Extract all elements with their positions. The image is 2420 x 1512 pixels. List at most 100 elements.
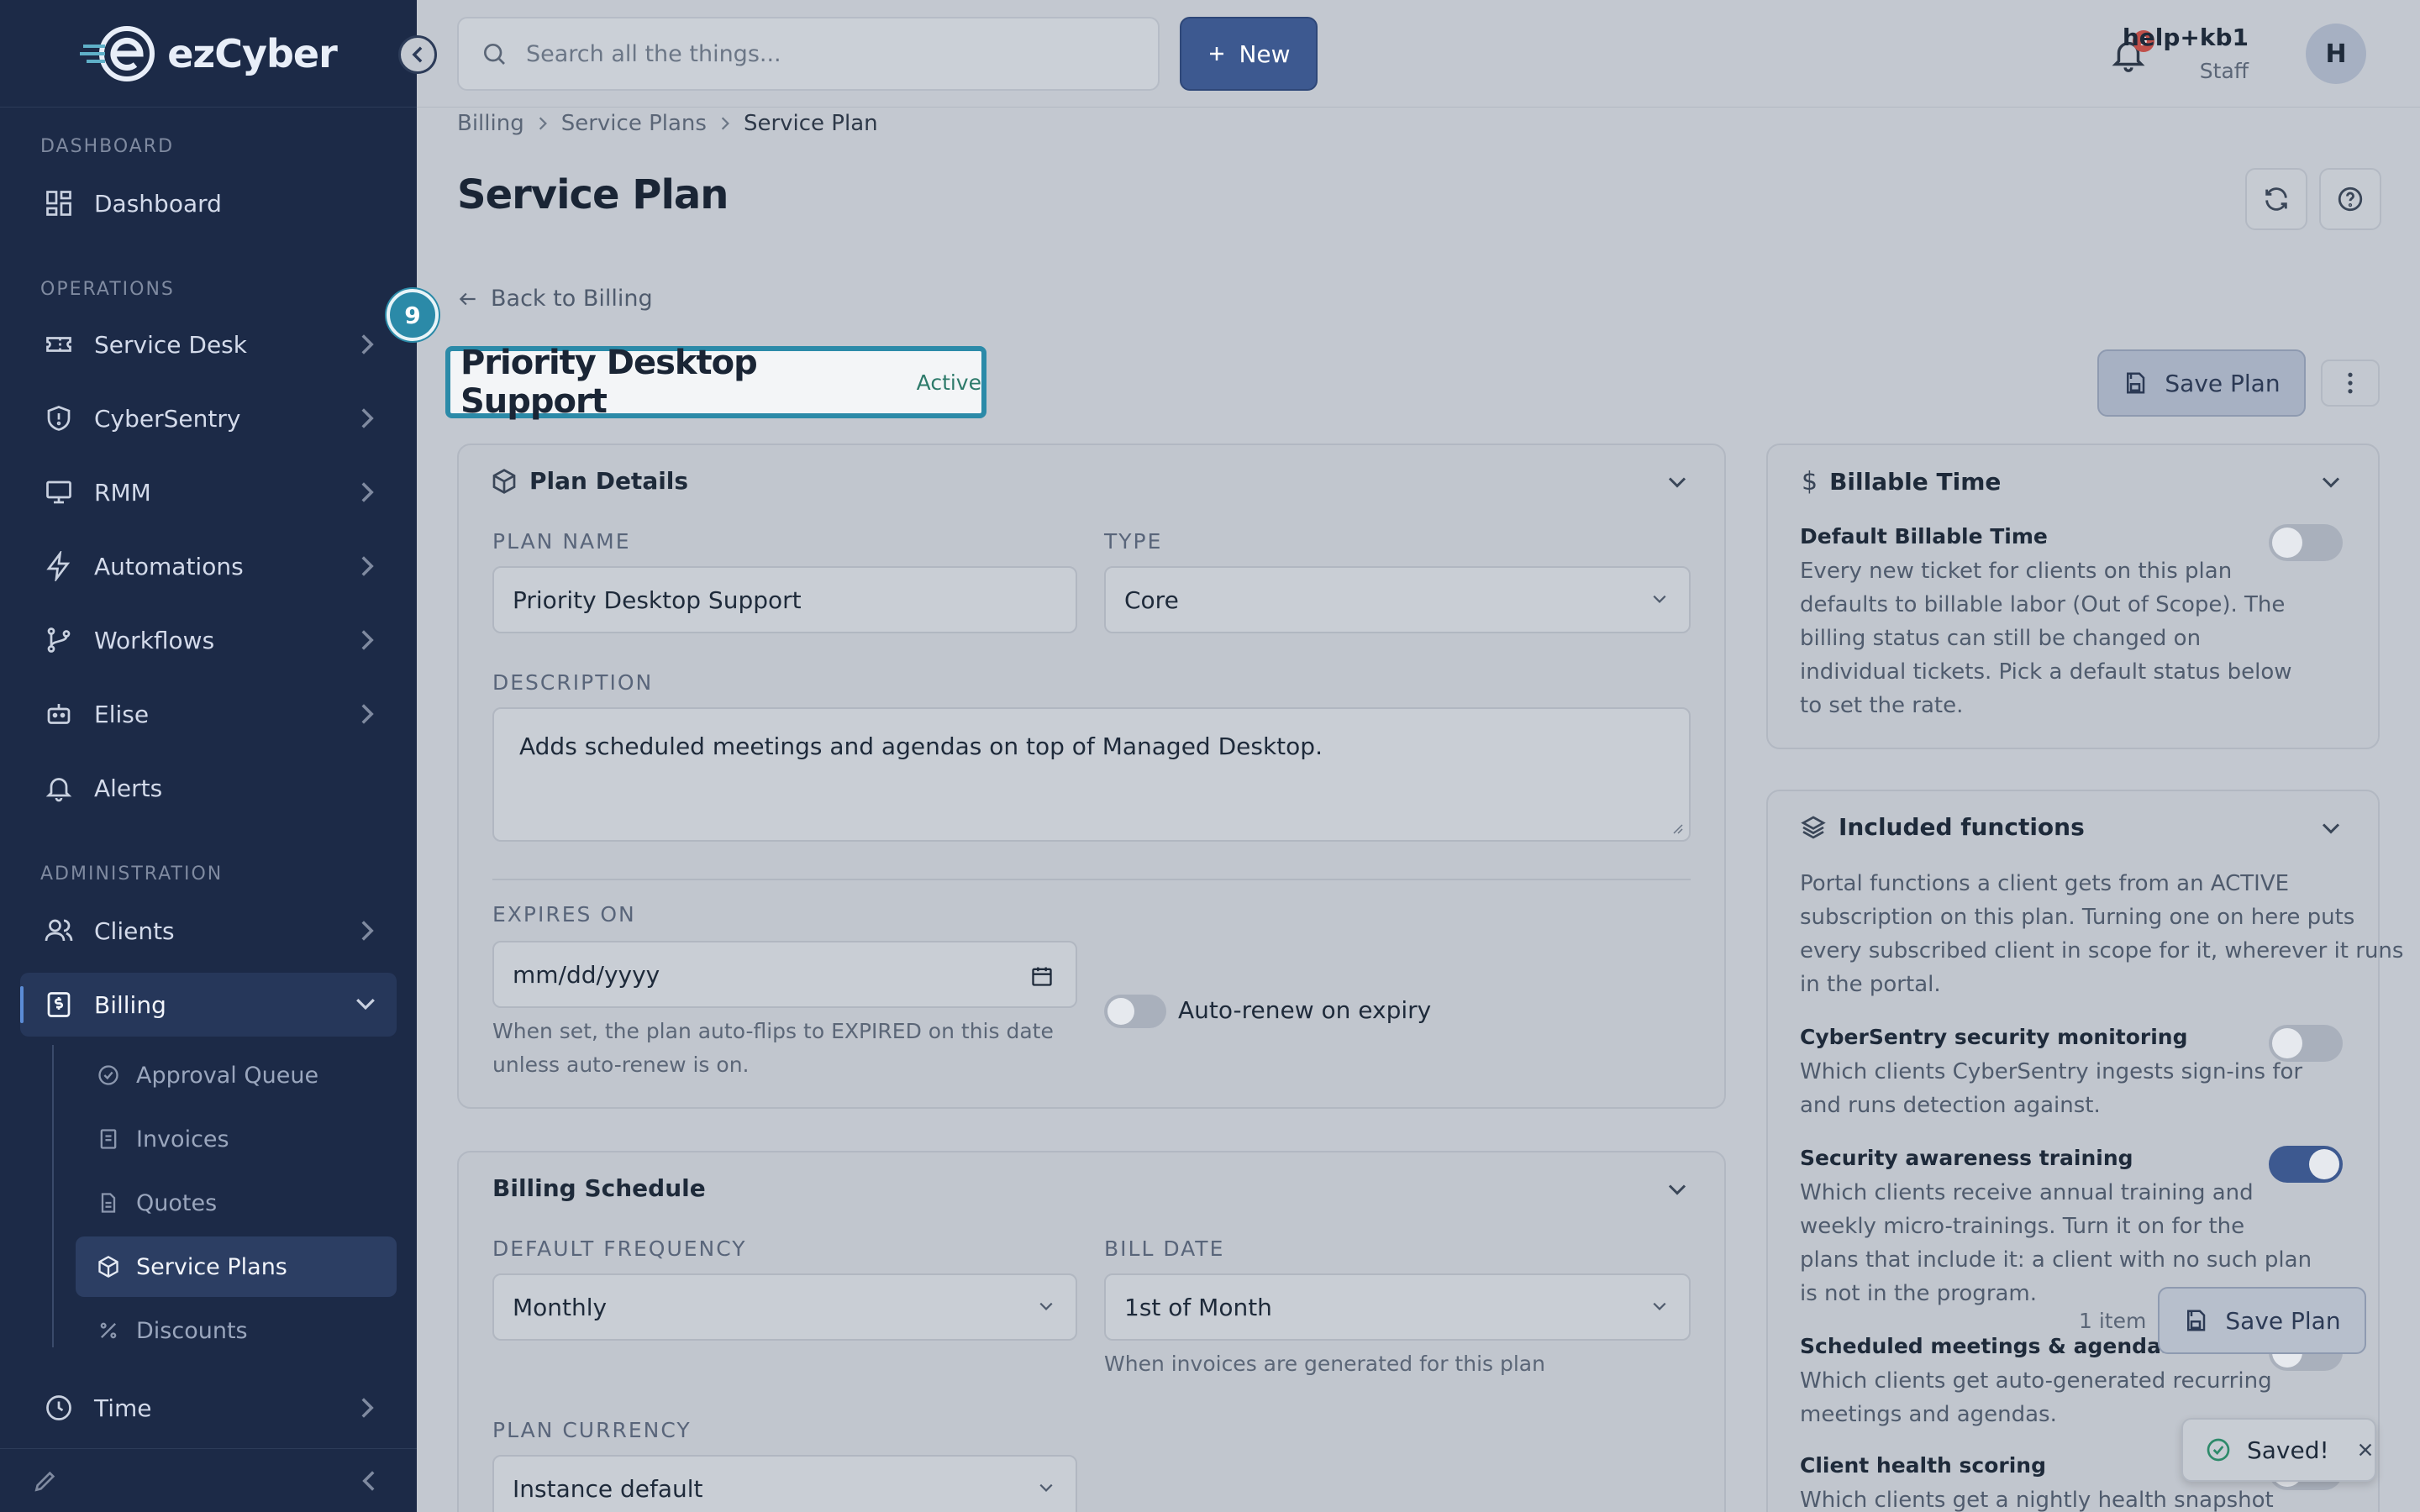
sidebar-item-service-desk[interactable]: Service Desk — [20, 312, 397, 376]
plan-details-title: Plan Details — [491, 467, 688, 495]
refresh-button[interactable] — [2245, 168, 2307, 230]
sidebar-subitem-quotes[interactable]: Quotes — [76, 1173, 397, 1233]
breadcrumb-current: Service Plan — [743, 111, 878, 136]
type-select[interactable]: Core — [1104, 566, 1691, 633]
sidebar-subitem-invoices[interactable]: Invoices — [76, 1109, 397, 1169]
plan-name-input[interactable]: Priority Desktop Support — [492, 566, 1077, 633]
calendar-icon[interactable] — [1030, 964, 1054, 988]
bill-date-value: 1st of Month — [1124, 1293, 1272, 1321]
logo[interactable]: ezCyber — [0, 0, 417, 108]
sidebar-item-label: CyberSentry — [94, 404, 241, 433]
function-title-health-scoring: Client health scoring — [1800, 1453, 2047, 1478]
sidebar-subitem-service-plans[interactable]: Service Plans — [76, 1236, 397, 1297]
function-desc: Which clients get a nightly health snaps… — [1800, 1488, 2274, 1512]
bell-icon — [40, 769, 77, 806]
chevron-down-icon — [1039, 1483, 1053, 1492]
clock-icon — [40, 1389, 77, 1426]
plan-details-title-text: Plan Details — [529, 467, 689, 495]
ticket-icon — [40, 326, 77, 363]
page-title: Service Plan — [457, 171, 729, 218]
layers-icon — [1801, 815, 1826, 839]
chevron-down-icon[interactable] — [1667, 475, 1687, 489]
description-textarea[interactable]: Adds scheduled meetings and agendas on t… — [492, 707, 1691, 842]
chevron-down-icon — [1653, 595, 1666, 603]
save-plan-button[interactable]: Save Plan — [2097, 349, 2306, 417]
function-title-cybersentry: CyberSentry security monitoring — [1800, 1025, 2188, 1049]
sidebar-item-label: Time — [94, 1394, 152, 1422]
collapse-sidebar-icon[interactable] — [360, 1469, 378, 1493]
bill-date-help: When invoices are generated for this pla… — [1104, 1352, 1545, 1376]
back-to-billing-link[interactable]: Back to Billing — [457, 286, 653, 312]
sidebar-item-billing[interactable]: Billing — [20, 973, 397, 1037]
sidebar-item-elise[interactable]: Elise — [20, 682, 397, 746]
chevron-down-icon[interactable] — [2321, 822, 2341, 835]
default-billable-toggle[interactable] — [2269, 524, 2343, 561]
chevron-down-icon — [356, 998, 375, 1011]
functions-intro-1: Portal functions a client gets from an A… — [1800, 871, 2290, 896]
sidebar-toggle-button[interactable] — [398, 35, 437, 74]
more-vertical-icon — [2348, 372, 2353, 394]
new-button[interactable]: New — [1180, 17, 1318, 91]
save-icon — [2187, 1310, 2206, 1331]
more-options-button[interactable] — [2321, 360, 2380, 407]
breadcrumb-service-plans[interactable]: Service Plans — [561, 111, 707, 136]
resize-handle-icon[interactable] — [1670, 822, 1684, 835]
close-icon[interactable] — [2356, 1441, 2375, 1459]
sidebar-footer — [0, 1448, 417, 1512]
help-button[interactable] — [2319, 168, 2381, 230]
frequency-select[interactable]: Monthly — [492, 1273, 1077, 1341]
floating-save-plan-button[interactable]: Save Plan — [2158, 1287, 2366, 1354]
sidebar-subitem-approval-queue[interactable]: Approval Queue — [76, 1045, 397, 1105]
chevron-right-icon — [361, 482, 374, 502]
bill-date-select[interactable]: 1st of Month — [1104, 1273, 1691, 1341]
chevron-down-icon[interactable] — [2321, 475, 2341, 489]
search-box[interactable] — [457, 17, 1160, 91]
shield-icon — [40, 400, 77, 437]
chevron-right-icon — [361, 921, 374, 941]
arrow-left-icon — [459, 292, 476, 305]
search-input[interactable] — [526, 40, 1114, 67]
section-label-dashboard: DASHBOARD — [40, 136, 175, 157]
status-badge: Active — [916, 370, 981, 395]
bot-icon — [40, 696, 77, 732]
sidebar-item-label: Clients — [94, 916, 175, 945]
plan-name-value: Priority Desktop Support — [513, 585, 802, 614]
included-functions-title-text: Included functions — [1839, 813, 2085, 841]
chevron-down-icon[interactable] — [1667, 1183, 1687, 1196]
sidebar-item-alerts[interactable]: Alerts — [20, 756, 397, 820]
function-title-security-training: Security awareness training — [1800, 1146, 2133, 1170]
sidebar-item-rmm[interactable]: RMM — [20, 460, 397, 524]
sidebar-subitem-discounts[interactable]: Discounts — [76, 1300, 397, 1361]
auto-renew-toggle[interactable] — [1104, 995, 1166, 1028]
sidebar-item-label: Dashboard — [94, 189, 222, 218]
currency-select[interactable]: Instance default — [492, 1455, 1077, 1512]
expires-date-input[interactable]: mm/dd/yyyy — [492, 941, 1077, 1008]
sidebar-subitem-label: Quotes — [136, 1189, 218, 1216]
sidebar-subitem-label: Discounts — [136, 1317, 248, 1344]
package-icon — [96, 1254, 121, 1279]
sidebar-item-automations[interactable]: Automations — [20, 534, 397, 598]
sidebar-item-label: Elise — [94, 700, 150, 728]
expires-placeholder: mm/dd/yyyy — [513, 960, 660, 989]
frequency-label: DEFAULT FREQUENCY — [492, 1236, 747, 1261]
sidebar-item-dashboard[interactable]: Dashboard — [20, 171, 397, 235]
security-training-toggle[interactable] — [2269, 1146, 2343, 1183]
sidebar-item-time[interactable]: Time — [20, 1376, 397, 1440]
document-icon — [96, 1190, 121, 1215]
functions-intro-2: subscription on this plan. Turning one o… — [1800, 905, 2355, 930]
auto-renew-label: Auto-renew on expiry — [1178, 996, 1432, 1024]
avatar[interactable]: H — [2306, 24, 2366, 84]
check-circle-icon — [2207, 1438, 2230, 1462]
function-desc: is not in the program. — [1800, 1281, 2038, 1306]
sidebar-item-cybersentry[interactable]: CyberSentry — [20, 386, 397, 450]
user-role: Staff — [2199, 59, 2249, 83]
expires-help-2: unless auto-renew is on. — [492, 1053, 750, 1077]
sidebar-item-clients[interactable]: Clients — [20, 899, 397, 963]
chevron-left-icon — [412, 46, 423, 63]
sidebar-item-workflows[interactable]: Workflows — [20, 608, 397, 672]
expires-help-1: When set, the plan auto-flips to EXPIRED… — [492, 1019, 1054, 1043]
breadcrumb-billing[interactable]: Billing — [457, 111, 524, 136]
check-circle-icon — [96, 1063, 121, 1088]
pencil-icon[interactable] — [32, 1467, 59, 1494]
topbar: New 9 help+kb1 Staff H — [417, 0, 2420, 108]
